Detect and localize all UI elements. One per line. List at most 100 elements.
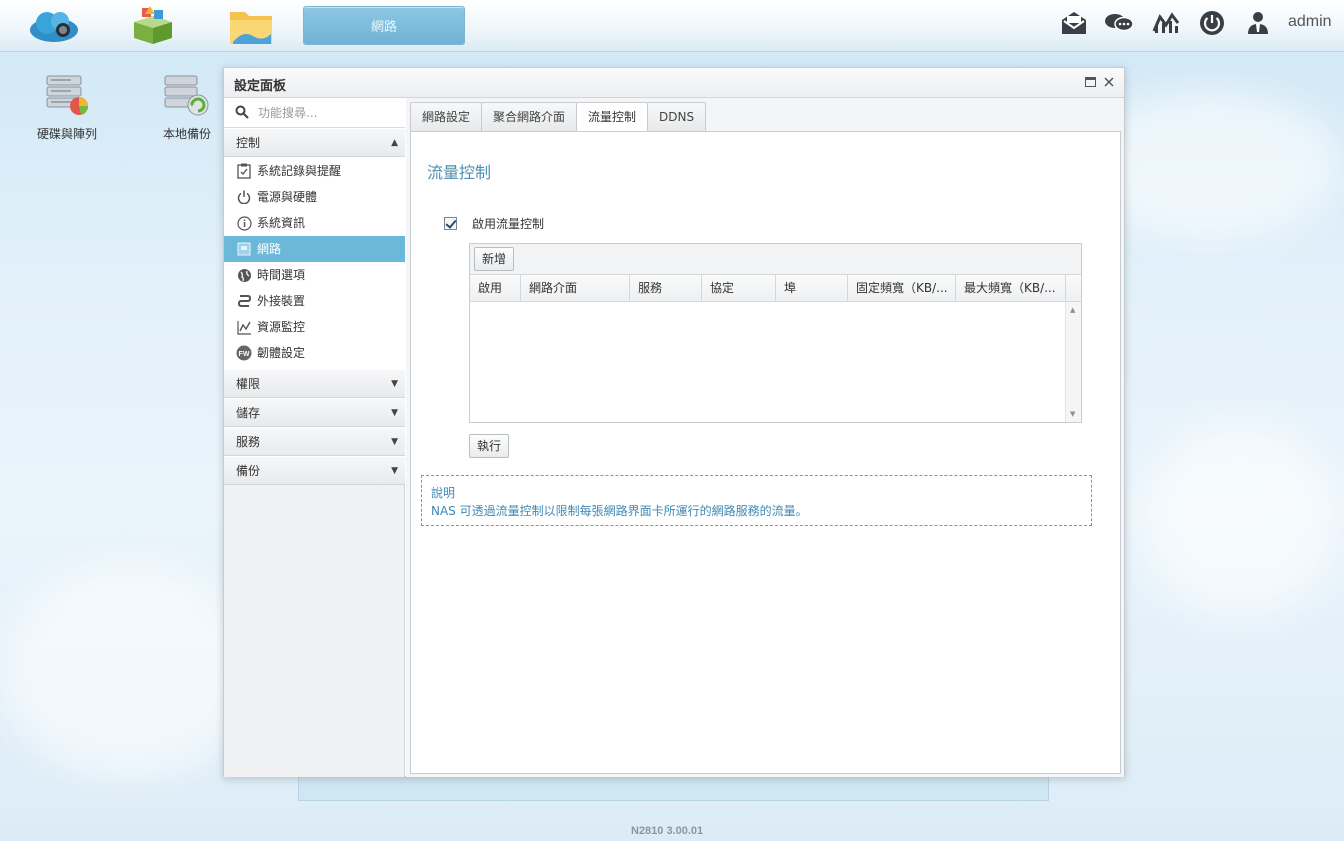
sidebar-item-label: 時間選項: [257, 268, 306, 282]
sidebar-item-power-hardware[interactable]: 電源與硬體: [224, 184, 405, 210]
group-storage[interactable]: 儲存 ▼: [224, 398, 405, 427]
sidebar-item-system-info[interactable]: 系統資訊: [224, 210, 405, 236]
desktop-icon-label: 硬碟與陣列: [36, 127, 97, 141]
line-chart-icon: [236, 319, 252, 335]
clipboard-check-icon: [236, 163, 252, 179]
enable-traffic-control-label: 啟用流量控制: [472, 216, 545, 231]
help-note: 說明 NAS 可透過流量控制以限制每張網路界面卡所運行的網路服務的流量。: [421, 475, 1092, 526]
sidebar-item-network[interactable]: 網路: [224, 236, 405, 262]
user-icon: [1248, 12, 1268, 34]
group-label: 控制: [236, 136, 261, 150]
sidebar-item-label: 網路: [257, 242, 282, 256]
folder-icon: [230, 12, 272, 44]
desktop-icon-local-backup[interactable]: 本地備份: [142, 72, 232, 142]
window-header[interactable]: 設定面板: [224, 68, 1124, 98]
user-menu-button[interactable]: [1243, 8, 1273, 38]
control-panel-window: 設定面板 控制 ▲ 系統記錄與提醒: [223, 67, 1125, 777]
usb-icon: [236, 293, 252, 309]
sky-cloud: [0, 560, 260, 780]
group-control[interactable]: 控制 ▲: [224, 128, 405, 157]
sidebar-item-system-log[interactable]: 系統記錄與提醒: [224, 158, 405, 184]
sidebar-item-label: 系統資訊: [257, 216, 306, 230]
group-label: 備份: [236, 464, 261, 478]
desktop-icon-label: 本地備份: [162, 127, 211, 141]
collapse-arrow-icon: ▲: [391, 138, 398, 148]
firmware-version: N2810 3.00.01: [631, 825, 704, 837]
desktop-icon-disk-raid[interactable]: 硬碟與陣列: [22, 72, 112, 142]
column-header[interactable]: 協定: [702, 275, 776, 301]
expand-arrow-icon: ▼: [391, 408, 398, 418]
maximize-button[interactable]: [1081, 73, 1099, 91]
active-app-tab[interactable]: 網路: [303, 6, 465, 45]
close-icon: [1104, 77, 1114, 87]
app-center-button[interactable]: [124, 4, 182, 48]
column-header[interactable]: 最大頻寬（KB/...: [956, 275, 1066, 301]
taskbar: 網路 admin: [0, 0, 1344, 52]
section-title: 流量控制: [427, 163, 492, 182]
group-permissions[interactable]: 權限 ▼: [224, 369, 405, 398]
info-icon: [236, 215, 252, 231]
cloud-icon: [30, 12, 78, 42]
function-search: [224, 98, 405, 128]
resource-chart-icon: [1152, 12, 1180, 33]
settings-sidebar: 控制 ▲ 系統記錄與提醒 電源與硬體 系統資訊 網路: [224, 98, 405, 777]
search-input[interactable]: [258, 103, 398, 123]
power-icon: [1200, 11, 1224, 35]
power-button[interactable]: [1197, 8, 1227, 38]
window-title: 設定面板: [234, 79, 287, 94]
monitor-button[interactable]: [1151, 8, 1181, 38]
traffic-control-panel: 流量控制 啟用流量控制 新增 啟用 網路介面 服務 協定 埠 固定頻寬（KB/.…: [410, 131, 1121, 774]
chat-icon: [1105, 14, 1134, 32]
group-label: 權限: [236, 377, 261, 391]
tab-ddns[interactable]: DDNS: [647, 102, 707, 131]
background-window-edge: [298, 775, 1049, 801]
sidebar-item-time[interactable]: 時間選項: [224, 262, 405, 288]
file-manager-button[interactable]: [222, 4, 280, 48]
disk-stack-icon: [46, 75, 89, 115]
group-services[interactable]: 服務 ▼: [224, 427, 405, 456]
envelope-icon: [1062, 12, 1086, 34]
column-header[interactable]: 固定頻寬（KB/...: [848, 275, 956, 301]
app-box-icon: [134, 6, 172, 44]
expand-arrow-icon: ▼: [391, 379, 398, 389]
globe-icon: [236, 267, 252, 283]
cloud-home-button[interactable]: [25, 4, 83, 48]
grid-header: 啟用 網路介面 服務 協定 埠 固定頻寬（KB/... 最大頻寬（KB/...: [470, 275, 1081, 302]
group-label: 服務: [236, 435, 261, 449]
column-header[interactable]: 埠: [776, 275, 848, 301]
expand-arrow-icon: ▼: [391, 466, 398, 476]
sidebar-item-label: 外接裝置: [257, 294, 306, 308]
enable-traffic-control-checkbox[interactable]: [444, 216, 457, 230]
column-header[interactable]: 服務: [630, 275, 702, 301]
maximize-icon: [1084, 77, 1096, 87]
sidebar-item-firmware[interactable]: FW 韌體設定: [224, 340, 405, 366]
svg-text:FW: FW: [239, 351, 250, 358]
traffic-rules-grid: 新增 啟用 網路介面 服務 協定 埠 固定頻寬（KB/... 最大頻寬（KB/.…: [469, 243, 1082, 423]
expand-arrow-icon: ▼: [391, 437, 398, 447]
help-note-title: 說明: [431, 486, 456, 500]
apply-button[interactable]: 執行: [469, 434, 510, 458]
sidebar-item-external-devices[interactable]: 外接裝置: [224, 288, 405, 314]
message-button[interactable]: [1059, 8, 1089, 38]
close-button[interactable]: [1100, 73, 1118, 91]
sidebar-item-resource-monitor[interactable]: 資源監控: [224, 314, 405, 340]
chat-button[interactable]: [1104, 8, 1134, 38]
tab-link-aggregation[interactable]: 聚合網路介面: [481, 102, 578, 131]
grid-scrollbar[interactable]: ▲ ▼: [1065, 302, 1081, 422]
scroll-up-icon[interactable]: ▲: [1070, 306, 1075, 314]
sidebar-item-label: 電源與硬體: [257, 190, 318, 204]
enable-traffic-control-row: 啟用流量控制: [444, 214, 544, 232]
sky-cloud: [1140, 420, 1340, 620]
column-header[interactable]: 網路介面: [521, 275, 630, 301]
group-backup[interactable]: 備份 ▼: [224, 456, 405, 485]
scroll-down-icon[interactable]: ▼: [1070, 410, 1075, 418]
add-rule-button[interactable]: 新增: [474, 247, 515, 271]
sidebar-item-label: 韌體設定: [257, 346, 306, 360]
group-label: 儲存: [236, 406, 261, 420]
tab-traffic-control[interactable]: 流量控制: [576, 102, 649, 132]
column-header[interactable]: 啟用: [470, 275, 521, 301]
tab-network-settings[interactable]: 網路設定: [410, 102, 483, 131]
username-label[interactable]: admin: [1288, 13, 1332, 31]
firmware-icon: FW: [236, 345, 252, 361]
sidebar-item-label: 系統記錄與提醒: [257, 164, 342, 178]
